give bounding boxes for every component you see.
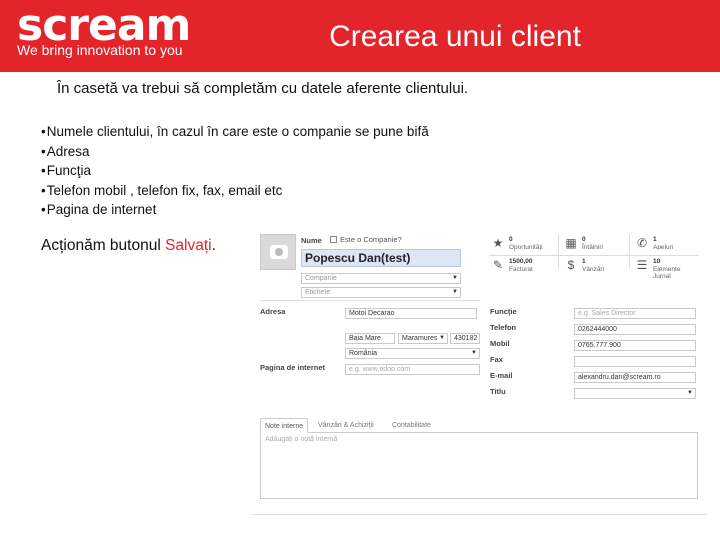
invoiced-button[interactable]: ✎ 1500,00 Facturat (489, 258, 555, 274)
fax-label: Fax (490, 355, 503, 364)
intro-text: În casetă va trebui să completăm cu date… (57, 80, 469, 97)
opportunities-button[interactable]: ★ 0 Oportunități (489, 236, 555, 252)
dollar-icon: $ (567, 258, 575, 272)
calendar-icon: ▦ (565, 236, 577, 250)
divider (489, 255, 699, 256)
star-icon: ★ (492, 236, 504, 250)
action-text: Acționăm butonul Salvați. (41, 237, 216, 255)
bullet-item: Numele clientului, în cazul în care este… (41, 122, 429, 142)
tags-select[interactable]: Etichete ▼ (301, 287, 461, 298)
bullet-item: Pagina de internet (41, 200, 429, 220)
phone-icon: ✆ (636, 236, 648, 250)
slide-title: Crearea unui client (329, 20, 581, 53)
phone-label: Telefon (490, 323, 517, 332)
journal-items-text: Elemente Jurnal (653, 266, 681, 280)
calls-count: 1 (653, 236, 657, 243)
name-input[interactable]: Popescu Dan(test) (301, 249, 461, 267)
internal-notes-textarea[interactable]: Adăugați o notă internă (260, 433, 698, 499)
meetings-text: Întâlniri (582, 244, 603, 251)
website-label: Pagina de internet (260, 363, 326, 372)
chevron-down-icon: ▼ (452, 275, 458, 281)
city-input[interactable]: Baia Mare (345, 333, 395, 344)
tags-placeholder: Etichete (305, 289, 331, 296)
calls-button[interactable]: ✆ 1 Apeluri (633, 236, 699, 252)
meetings-button[interactable]: ▦ 0 Întâlniri (562, 236, 628, 252)
bullet-item: Adresa (41, 142, 429, 162)
save-button-reference: Salvați (165, 237, 212, 254)
bullet-item: Funcţia (41, 161, 429, 181)
invoiced-text: Facturat (509, 266, 533, 273)
address-label: Adresa (260, 307, 286, 316)
email-label: E-mail (490, 371, 513, 380)
mobile-label: Mobil (490, 339, 510, 348)
mobile-input[interactable]: 0765.777.900 (574, 340, 696, 351)
title-select[interactable]: ▼ (574, 388, 696, 399)
name-label: Nume (301, 236, 322, 245)
state-select[interactable]: Maramures ▼ (398, 333, 448, 344)
invoiced-amount: 1500,00 (509, 258, 533, 265)
company-select[interactable]: Companie ▼ (301, 273, 461, 284)
country-select[interactable]: România ▼ (345, 348, 480, 359)
header-bar: scream We bring innovation to you Creare… (0, 0, 720, 72)
fax-input[interactable] (574, 356, 696, 367)
phone-input[interactable]: 0262444000 (574, 324, 696, 335)
sales-button[interactable]: $ 1 Vânzări (562, 258, 628, 274)
calls-text: Apeluri (653, 244, 674, 251)
tab-internal-notes[interactable]: Note interne (260, 418, 309, 433)
journal-items-button[interactable]: ☰ 10 Elemente Jurnal (633, 258, 699, 280)
action-text-before: Acționăm butonul (41, 237, 166, 254)
tab-accounting[interactable]: Contabilitate (388, 418, 435, 433)
function-input[interactable]: e.g. Sales Director (574, 308, 696, 319)
opportunities-text: Oportunități (509, 244, 543, 251)
sales-count: 1 (582, 258, 586, 265)
chevron-down-icon: ▼ (471, 350, 477, 356)
tab-bar: Note interne Vânzări & Achiziții Contabi… (260, 418, 698, 433)
odoo-form-screenshot: Nume Este o Companie? Popescu Dan(test) … (252, 228, 707, 518)
sales-text: Vânzări (582, 266, 605, 273)
divider (260, 300, 480, 301)
website-input[interactable]: e.g. www.odoo.com (345, 364, 480, 375)
divider (629, 234, 630, 268)
is-company-label: Este o Companie? (340, 235, 402, 244)
bullet-list: Numele clientului, în cazul în care este… (41, 122, 429, 220)
zip-input[interactable]: 430182 (450, 333, 480, 344)
action-text-after: . (211, 237, 216, 254)
chevron-down-icon: ▼ (452, 289, 458, 295)
state-value: Maramures (402, 335, 438, 342)
avatar-upload[interactable] (260, 234, 296, 270)
chevron-down-icon: ▼ (439, 335, 445, 341)
list-icon: ☰ (636, 258, 648, 272)
invoice-icon: ✎ (492, 258, 504, 272)
street-input[interactable]: Motoi Decarao (345, 308, 477, 319)
company-placeholder: Companie (305, 275, 337, 282)
email-input[interactable]: alexandru.dan@scream.ro (574, 372, 696, 383)
title-label: Titlu (490, 387, 506, 396)
camera-lens (275, 248, 283, 256)
country-value: România (349, 350, 378, 357)
is-company-checkbox[interactable] (330, 236, 337, 243)
logo-tagline: We bring innovation to you (17, 42, 183, 58)
tab-sales-purchases[interactable]: Vânzări & Achiziții (314, 418, 378, 433)
journal-items-count: 10 (653, 258, 661, 265)
chevron-down-icon: ▼ (687, 390, 693, 396)
meetings-count: 0 (582, 236, 586, 243)
divider (252, 514, 707, 515)
opportunities-count: 0 (509, 236, 513, 243)
divider (558, 234, 559, 268)
bullet-item: Telefon mobil , telefon fix, fax, email … (41, 181, 429, 201)
function-label: Funcţie (490, 307, 517, 316)
